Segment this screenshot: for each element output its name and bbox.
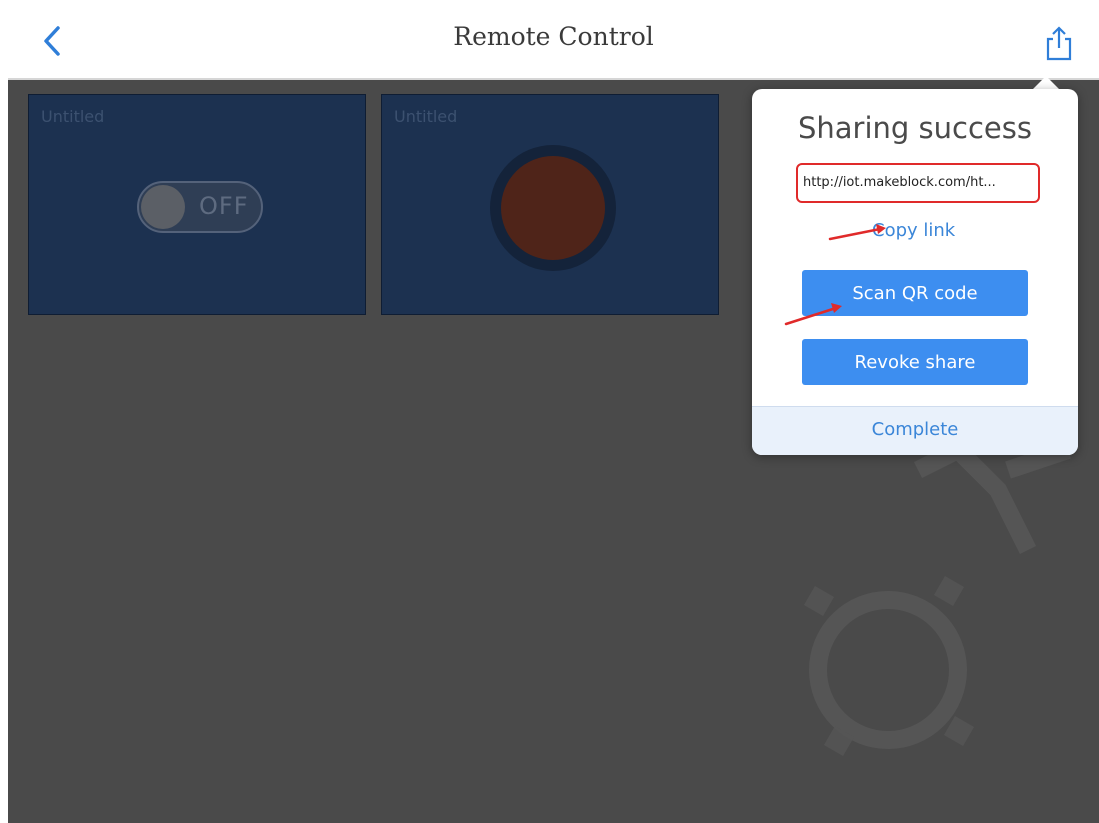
widget-title: Untitled [394, 107, 458, 126]
button-widget[interactable]: Untitled [381, 94, 719, 315]
sharing-popover: Sharing success http://iot.makeblock.com… [752, 89, 1078, 455]
popover-arrow [1032, 76, 1060, 90]
chevron-left-icon [44, 26, 60, 56]
share-button[interactable] [1042, 26, 1076, 62]
complete-button[interactable]: Complete [752, 419, 1078, 440]
page-title: Remote Control [453, 22, 654, 51]
navigation-bar: Remote Control [8, 0, 1099, 80]
copy-link-button[interactable]: Copy link [872, 220, 955, 241]
share-icon [1046, 26, 1072, 61]
back-button[interactable] [36, 22, 70, 60]
popover-title: Sharing success [798, 111, 1032, 145]
left-edge [0, 0, 8, 823]
revoke-share-button[interactable]: Revoke share [802, 339, 1028, 385]
switch-state-text: OFF [199, 192, 249, 220]
scan-qr-code-button[interactable]: Scan QR code [802, 270, 1028, 316]
switch-widget[interactable]: Untitled OFF [28, 94, 366, 315]
popover-footer: Complete [752, 406, 1078, 455]
round-button-core [501, 156, 605, 260]
share-link-field[interactable]: http://iot.makeblock.com/ht... [796, 163, 1040, 203]
watermark-logo [803, 439, 1071, 757]
off-switch[interactable]: OFF [137, 181, 263, 233]
switch-knob [141, 185, 185, 229]
widget-title: Untitled [41, 107, 105, 126]
share-link-text: http://iot.makeblock.com/ht... [803, 175, 996, 190]
round-red-button[interactable] [490, 145, 616, 271]
